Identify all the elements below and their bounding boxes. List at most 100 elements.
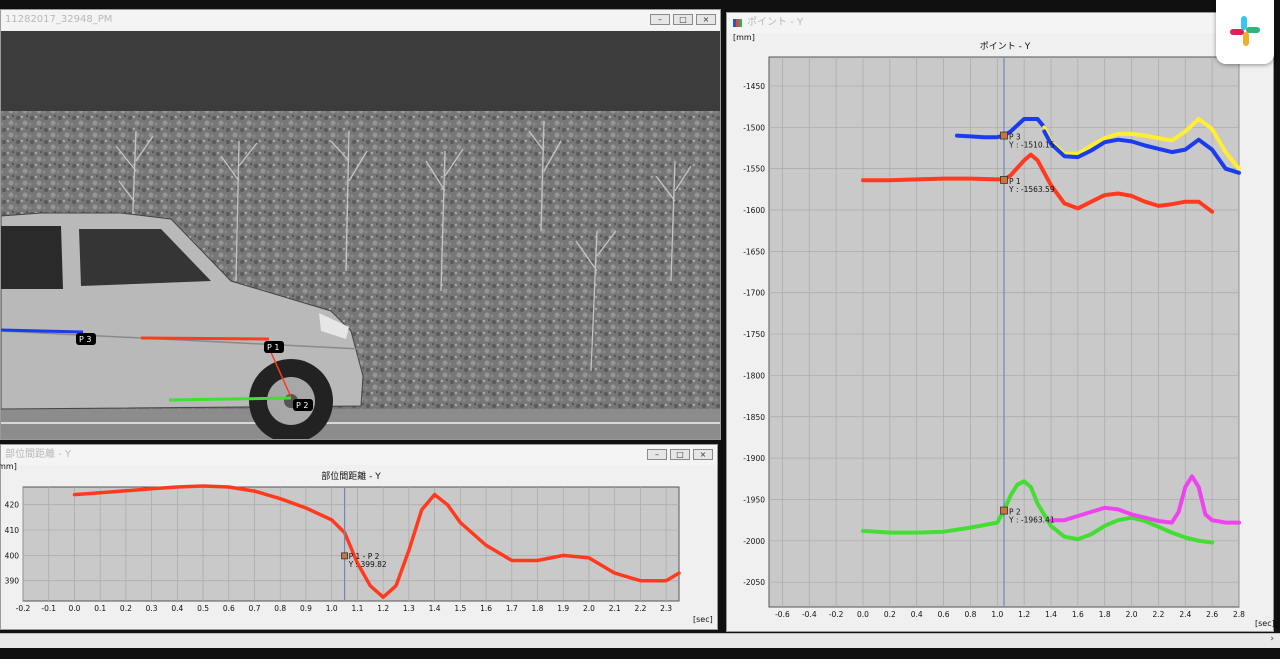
p1-track-line [140,336,270,341]
x-tick-label: 0.0 [68,604,80,613]
y-tick-label: -1450 [743,82,765,91]
y-tick-label: -1650 [743,247,765,256]
x-tick-label: 0.6 [223,604,235,613]
x-tick-label: 0.7 [249,604,261,613]
position-window[interactable]: ポイント - Y ポイント - Y [mm] [sec] -0.6 -0.4 -0.… [726,12,1275,632]
position-plot-title: ポイント - Y [979,42,1031,52]
cursor-marker [1000,175,1008,184]
x-tick-label: 1.2 [377,604,389,613]
x-tick-label: 2.2 [634,604,646,613]
x-tick-label: 1.0 [326,604,338,613]
distance-window-titlebar[interactable]: 部位間距離 - Y – □ × [1,445,717,465]
y-tick-label: -2000 [743,537,765,546]
slack-app-badge[interactable] [1216,0,1274,64]
x-tick-label: 1.7 [506,604,518,613]
x-tick-label: -0.2 [829,610,844,619]
cursor-value-label: Y : -1963.41 [1008,516,1055,525]
position-window-titlebar[interactable]: ポイント - Y [727,13,1273,33]
cursor-marker [341,552,348,560]
x-tick-label: 2.8 [1233,610,1245,619]
cursor-marker [1000,506,1008,515]
x-tick-label: 0.2 [884,610,896,619]
x-tick-label: 1.6 [1072,610,1084,619]
x-tick-label: 0.3 [146,604,158,613]
y-tick-label: -1950 [743,495,765,504]
x-tick-label: 2.1 [609,604,621,613]
x-tick-label: 1.0 [991,610,1003,619]
p2-marker[interactable]: P 2 [293,399,313,411]
x-tick-label: 0.5 [197,604,209,613]
y-tick-label: -1800 [743,371,765,380]
y-tick-label: -2050 [743,578,765,587]
svg-text:P 1: P 1 [267,343,279,352]
close-button[interactable]: × [696,14,716,25]
y-tick-label: 390 [5,577,20,586]
y-tick-label: -1700 [743,289,765,298]
video-window-title: 11282017_32948_PM [5,14,113,25]
close-button[interactable]: × [693,449,713,460]
y-tick-label: 400 [5,551,20,560]
video-window-titlebar[interactable]: 11282017_32948_PM – □ × [1,10,720,30]
distance-plot-title: 部位間距離 - Y [321,472,381,482]
minimize-button[interactable]: – [647,449,667,460]
chart-icon [733,19,742,27]
svg-text:P 2: P 2 [296,401,308,410]
y-tick-label: -1600 [743,206,765,215]
y-tick-label: -1550 [743,165,765,174]
x-tick-label: 2.2 [1152,610,1164,619]
p2-track-line [168,396,292,402]
x-tick-label: 0.6 [938,610,950,619]
x-tick-label: -0.1 [41,604,56,613]
x-tick-label: 0.2 [120,604,132,613]
maximize-button[interactable]: □ [673,14,693,25]
position-window-title: ポイント - Y [747,17,804,28]
video-frame: P 3 P 1 P 2 [1,31,720,439]
maximize-button[interactable]: □ [670,449,690,460]
distance-window-title: 部位間距離 - Y [5,449,72,460]
x-tick-label: 2.3 [660,604,672,613]
x-tick-label: 0.8 [964,610,976,619]
x-tick-label: 1.1 [351,604,363,613]
y-tick-label: 420 [5,501,20,510]
x-tick-label: 1.9 [557,604,569,613]
x-tick-label: -0.2 [16,604,31,613]
y-tick-label: -1850 [743,413,765,422]
y-tick-label: -1750 [743,330,765,339]
y-tick-label: -1900 [743,454,765,463]
x-tick-label: 1.4 [429,604,441,613]
cursor-value-label: Y : 399.82 [348,560,387,569]
position-x-unit: [sec] [1255,619,1275,628]
x-tick-label: 1.3 [403,604,415,613]
x-tick-label: 1.8 [1099,610,1111,619]
slack-logo-icon [1230,16,1260,46]
cursor-value-label: Y : -1563.59 [1008,185,1055,194]
distance-y-unit: [mm] [0,462,17,471]
x-tick-label: 0.4 [171,604,183,613]
x-tick-label: -0.4 [802,610,817,619]
position-y-unit: [mm] [733,33,755,42]
distance-chart[interactable]: -0.2 -0.1 0.0 0.1 0.2 0.3 0.4 0.5 0.6 0.7 0.8 0.9 1.… [1,483,717,617]
x-tick-label: 0.8 [274,604,286,613]
x-tick-label: 0.4 [911,610,923,619]
p3-marker[interactable]: P 3 [76,333,96,345]
x-tick-label: 1.6 [480,604,492,613]
dark-band [1,31,720,111]
position-chart[interactable]: -0.6 -0.4 -0.2 0.0 0.2 0.4 0.6 0.8 1.0 1.2 1.4 1.6 1… [727,53,1273,619]
horizontal-scrollbar[interactable]: › [0,633,1280,648]
scroll-right-arrow-icon[interactable]: › [1270,634,1274,644]
distance-window[interactable]: 部位間距離 - Y – □ × 部位間距離 - Y [mm] [sec] -0.… [0,444,718,630]
x-tick-label: 0.0 [857,610,869,619]
x-tick-label: 2.4 [1179,610,1191,619]
p1-marker[interactable]: P 1 [264,341,284,353]
video-window[interactable]: 11282017_32948_PM – □ × P 3 P 1 P 2 [0,9,721,440]
x-tick-label: 0.9 [300,604,312,613]
minimize-button[interactable]: – [650,14,670,25]
cursor-marker [1000,131,1008,140]
x-tick-label: 0.1 [94,604,106,613]
y-tick-label: 410 [5,526,20,535]
x-tick-label: 2.6 [1206,610,1218,619]
x-tick-label: 2.0 [583,604,595,613]
x-tick-label: -0.6 [775,610,790,619]
x-tick-label: 2.0 [1126,610,1138,619]
x-tick-label: 1.4 [1045,610,1057,619]
